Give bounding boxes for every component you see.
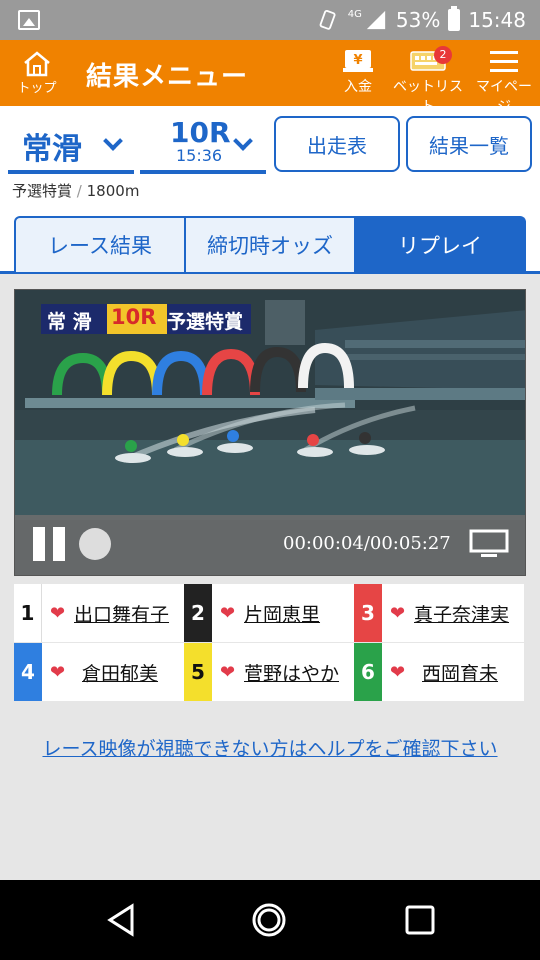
heart-icon[interactable]: ❤ [390, 603, 410, 624]
lane-number: 2 [184, 584, 212, 642]
video-overlay-race: 10R [111, 305, 157, 329]
chevron-down-icon [103, 131, 123, 151]
top-label: トップ [17, 81, 57, 96]
battery-percent: 53% [395, 8, 441, 32]
status-bar: 4G 53% 15:48 [0, 0, 540, 40]
lane-number: 6 [354, 643, 382, 701]
clock: 15:48 [468, 8, 526, 32]
video-overlay-title: 予選特賞 [167, 311, 244, 333]
race-distance: 1800m [86, 182, 140, 200]
deposit-label: 入金 [344, 79, 372, 95]
battery-icon [448, 6, 461, 31]
help-link[interactable]: レース映像が視聴できない方はヘルプをご確認下さい [0, 734, 540, 761]
heart-icon[interactable]: ❤ [220, 662, 240, 683]
page-title: 結果メニュー [86, 62, 249, 92]
vibrate-icon [319, 9, 336, 30]
tab-bar: レース結果 締切時オッズ リプレイ [0, 208, 540, 274]
lane-number: 3 [354, 584, 382, 642]
racer-item[interactable]: 1 ❤ 出口舞有子 [14, 584, 184, 642]
signal-icon [366, 10, 386, 30]
back-icon[interactable] [104, 902, 140, 938]
racer-item[interactable]: 6 ❤ 西岡育未 [354, 643, 524, 701]
recent-apps-icon[interactable] [402, 902, 438, 938]
racer-item[interactable]: 3 ❤ 真子奈津実 [354, 584, 524, 642]
place-dropdown[interactable]: 常滑 [8, 116, 134, 174]
gallery-notification-icon [18, 10, 40, 30]
video-overlay-place: 常 滑 [47, 311, 92, 333]
results-list-button[interactable]: 結果一覧 [406, 116, 532, 172]
racer-list: 1 ❤ 出口舞有子 2 ❤ 片岡恵里 3 ❤ 真子奈津実 4 ❤ 倉田郁美 5 … [14, 584, 524, 702]
race-name: 予選特賞 [12, 182, 73, 200]
chevron-down-icon [233, 131, 253, 151]
top-button[interactable]: トップ [12, 50, 62, 96]
tab-replay[interactable]: リプレイ [354, 216, 526, 272]
lane-number: 5 [184, 643, 212, 701]
racer-item[interactable]: 4 ❤ 倉田郁美 [14, 643, 184, 701]
racer-name[interactable]: 西岡育未 [422, 659, 498, 686]
seek-handle[interactable] [79, 528, 111, 560]
race-dropdown[interactable]: 10R 15:36 [140, 116, 266, 174]
heart-icon[interactable]: ❤ [50, 662, 70, 683]
lane-number: 1 [14, 584, 42, 642]
race-selector: 常滑 10R 15:36 出走表 結果一覧 [0, 106, 540, 178]
home-icon [24, 51, 50, 77]
separator: / [76, 182, 82, 200]
racer-name[interactable]: 真子奈津実 [414, 600, 509, 627]
racer-item[interactable]: 2 ❤ 片岡恵里 [184, 584, 354, 642]
racer-name[interactable]: 倉田郁美 [82, 659, 158, 686]
video-controls: 00:00:04/00:05:27 [15, 515, 525, 575]
screen-cast-icon[interactable] [469, 529, 509, 559]
menu-icon [490, 51, 518, 72]
system-nav-bar [0, 880, 540, 960]
racer-name[interactable]: 出口舞有子 [74, 600, 169, 627]
replay-video-player[interactable]: 常 滑 10R 予選特賞 00:00:04/00:05:27 [14, 289, 526, 576]
race-number: 10R [170, 116, 231, 149]
racer-name[interactable]: 菅野はやか [244, 659, 339, 686]
home-nav-icon[interactable] [251, 902, 287, 938]
entry-list-button[interactable]: 出走表 [274, 116, 400, 172]
heart-icon[interactable]: ❤ [390, 662, 410, 683]
svg-text:¥: ¥ [353, 53, 362, 68]
tab-closing-odds[interactable]: 締切時オッズ [184, 216, 356, 272]
network-type: 4G [347, 8, 362, 20]
race-info: 予選特賞 / 1800m [0, 178, 540, 208]
place-name: 常滑 [22, 132, 82, 167]
tab-race-result[interactable]: レース結果 [14, 216, 186, 272]
lane-number: 4 [14, 643, 42, 701]
bet-list-badge: 2 [434, 46, 452, 64]
deposit-icon: ¥ [343, 50, 373, 72]
heart-icon[interactable]: ❤ [50, 603, 70, 624]
racer-item[interactable]: 5 ❤ 菅野はやか [184, 643, 354, 701]
heart-icon[interactable]: ❤ [220, 603, 240, 624]
race-time: 15:36 [176, 146, 223, 165]
video-time: 00:00:04/00:05:27 [283, 533, 451, 554]
pause-icon[interactable] [33, 527, 67, 561]
racer-name[interactable]: 片岡恵里 [244, 600, 320, 627]
app-header: トップ 結果メニュー ¥ 入金 2 ベットリスト マイページ [0, 40, 540, 115]
deposit-button[interactable]: ¥ 入金 [336, 48, 380, 96]
